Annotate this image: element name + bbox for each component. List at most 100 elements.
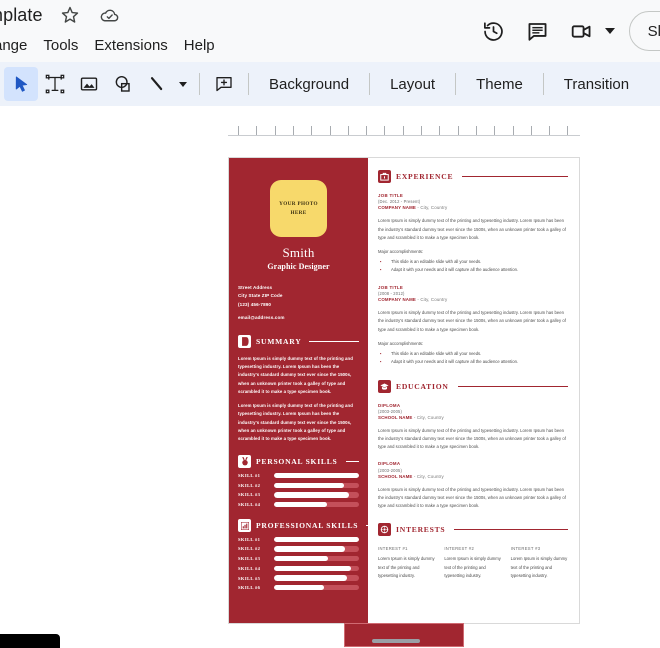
professional-skills-list: SKILL #1 SKILL #2 SKILL #3 SKILL #4 SKILL #5… <box>238 536 359 591</box>
skill-label: SKILL #4 <box>238 565 261 571</box>
transition-button[interactable]: Transition <box>551 69 642 100</box>
skill-label: SKILL #5 <box>238 575 261 581</box>
graduation-cap-icon <box>378 379 391 393</box>
workspace: YOUR PHOTO HERE Smith Graphic Designer S… <box>0 106 660 648</box>
degree-description: Lorem Ipsum is simply dummy text of the … <box>378 427 566 450</box>
ruler-tick <box>421 126 422 135</box>
experience-title: EXPERIENCE <box>396 172 454 181</box>
ruler-tick <box>292 126 294 135</box>
education-entries: DIPLOMA (2003-2005) SCHOOL NAME - City, Co… <box>378 403 568 511</box>
version-history-icon[interactable] <box>472 9 516 53</box>
skill-track <box>274 492 359 498</box>
skill-fill <box>274 482 344 488</box>
degree-date: (2003-2005) <box>378 467 402 473</box>
job-date: (Dec. 2012 - Present) <box>378 199 421 205</box>
add-comment-icon[interactable] <box>207 67 241 101</box>
contact-street: Street Address <box>238 285 273 290</box>
interests-rule <box>454 529 568 531</box>
skill-track <box>274 556 359 562</box>
skill-label: SKILL #2 <box>238 482 261 488</box>
skill-fill <box>274 502 327 508</box>
background-button[interactable]: Background <box>256 69 362 100</box>
briefcase-icon <box>378 170 391 183</box>
document-icon <box>238 334 251 348</box>
menu-tools[interactable]: Tools <box>35 34 86 57</box>
video-camera-icon[interactable] <box>560 9 604 53</box>
slide-canvas[interactable]: YOUR PHOTO HERE Smith Graphic Designer S… <box>0 136 660 648</box>
select-tool[interactable] <box>4 67 38 101</box>
skill-fill <box>274 585 325 591</box>
skill-row: SKILL #2 <box>238 482 359 488</box>
ruler-tick <box>402 126 404 135</box>
comment-icon[interactable] <box>516 9 560 53</box>
ruler-tick <box>384 126 386 135</box>
theme-button[interactable]: Theme <box>463 69 536 100</box>
ruler-tick <box>439 126 441 135</box>
education-rule <box>457 385 568 387</box>
ruler-tick <box>549 126 551 135</box>
personal-skills-list: SKILL #1 SKILL #2 SKILL #3 SKILL #4 <box>238 472 359 508</box>
ruler-tick <box>347 126 349 135</box>
ruler-tick <box>366 126 368 135</box>
accomplishments-label: Major accomplishments: <box>378 248 424 254</box>
shape-tool[interactable] <box>106 67 140 101</box>
person-role: Graphic Designer <box>267 262 330 271</box>
skill-label: SKILL #3 <box>238 492 261 498</box>
degree-name: DIPLOMA <box>378 461 401 467</box>
summary-paragraph: Lorem Ipsum is simply dummy text of the … <box>238 355 353 394</box>
skill-label: SKILL #1 <box>238 536 261 542</box>
textbox-tool[interactable] <box>38 67 72 101</box>
bullet-marker: ▪ <box>380 267 382 273</box>
experience-rule <box>462 176 568 177</box>
bottom-left-panel <box>0 634 60 648</box>
skill-fill <box>274 472 359 479</box>
chevron-down-icon[interactable] <box>604 28 615 34</box>
ruler-tick <box>274 126 276 135</box>
skill-track <box>274 472 359 479</box>
interests-section-header: INTERESTS <box>378 523 568 537</box>
skill-track <box>274 546 359 552</box>
job-date: (2008 - 2012) <box>378 290 405 296</box>
horizontal-ruler[interactable] <box>228 120 580 136</box>
interest-item: INTEREST #3 Lorem Ipsum is simply dummy t… <box>511 546 568 580</box>
medal-icon <box>238 455 251 469</box>
horizontal-scrollbar[interactable] <box>0 634 660 648</box>
ruler-tick <box>567 126 569 135</box>
photo-line-2: HERE <box>290 209 307 216</box>
skill-row: SKILL #1 <box>238 472 359 479</box>
person-name: Smith <box>282 245 315 260</box>
skill-label: SKILL #2 <box>238 546 261 552</box>
skill-label: SKILL #6 <box>238 585 261 591</box>
education-title: EDUCATION <box>396 381 449 391</box>
ruler-tick <box>311 126 313 135</box>
skill-fill <box>274 492 349 498</box>
cloud-saved-icon[interactable] <box>97 2 123 28</box>
interest-title: INTEREST #1 <box>378 546 408 552</box>
slide-resume[interactable]: YOUR PHOTO HERE Smith Graphic Designer S… <box>229 158 579 623</box>
line-options-chevron-down-icon[interactable] <box>174 67 192 101</box>
interest-text: Lorem Ipsum is simply dummy text of the … <box>510 556 568 578</box>
contact-city: City State ZIP Code <box>238 293 283 299</box>
interest-title: INTEREST #2 <box>444 546 475 552</box>
scrollbar-thumb[interactable] <box>372 639 420 643</box>
image-tool[interactable] <box>72 67 106 101</box>
document-title[interactable]: mplate <box>0 5 43 26</box>
bullet-text: Adapt it with your needs and it will cap… <box>391 267 519 273</box>
summary-paragraph: Lorem Ipsum is simply dummy text of the … <box>238 403 353 442</box>
skill-track <box>274 585 359 591</box>
line-tool[interactable] <box>140 67 174 101</box>
menu-extensions[interactable]: Extensions <box>86 34 175 57</box>
experience-entry: JOB TITLE (2008 - 2012) COMPANY NAME - Cit… <box>378 285 568 367</box>
ruler-tick <box>512 126 514 135</box>
star-icon[interactable] <box>57 2 83 28</box>
menu-arrange[interactable]: ange <box>0 34 35 57</box>
top-bar-actions: Slide <box>472 0 660 62</box>
interests-grid: INTEREST #1 Lorem Ipsum is simply dummy t… <box>378 546 568 580</box>
layout-button[interactable]: Layout <box>377 69 448 100</box>
interest-title: INTEREST #3 <box>510 546 541 552</box>
bullet-item: ▪ This slide is an editable slide with al… <box>378 258 568 266</box>
school-name: SCHOOL NAME - City, Country <box>378 473 444 479</box>
slideshow-button[interactable]: Slide <box>628 11 660 51</box>
menu-help[interactable]: Help <box>176 34 223 57</box>
photo-placeholder[interactable]: YOUR PHOTO HERE <box>270 180 327 237</box>
